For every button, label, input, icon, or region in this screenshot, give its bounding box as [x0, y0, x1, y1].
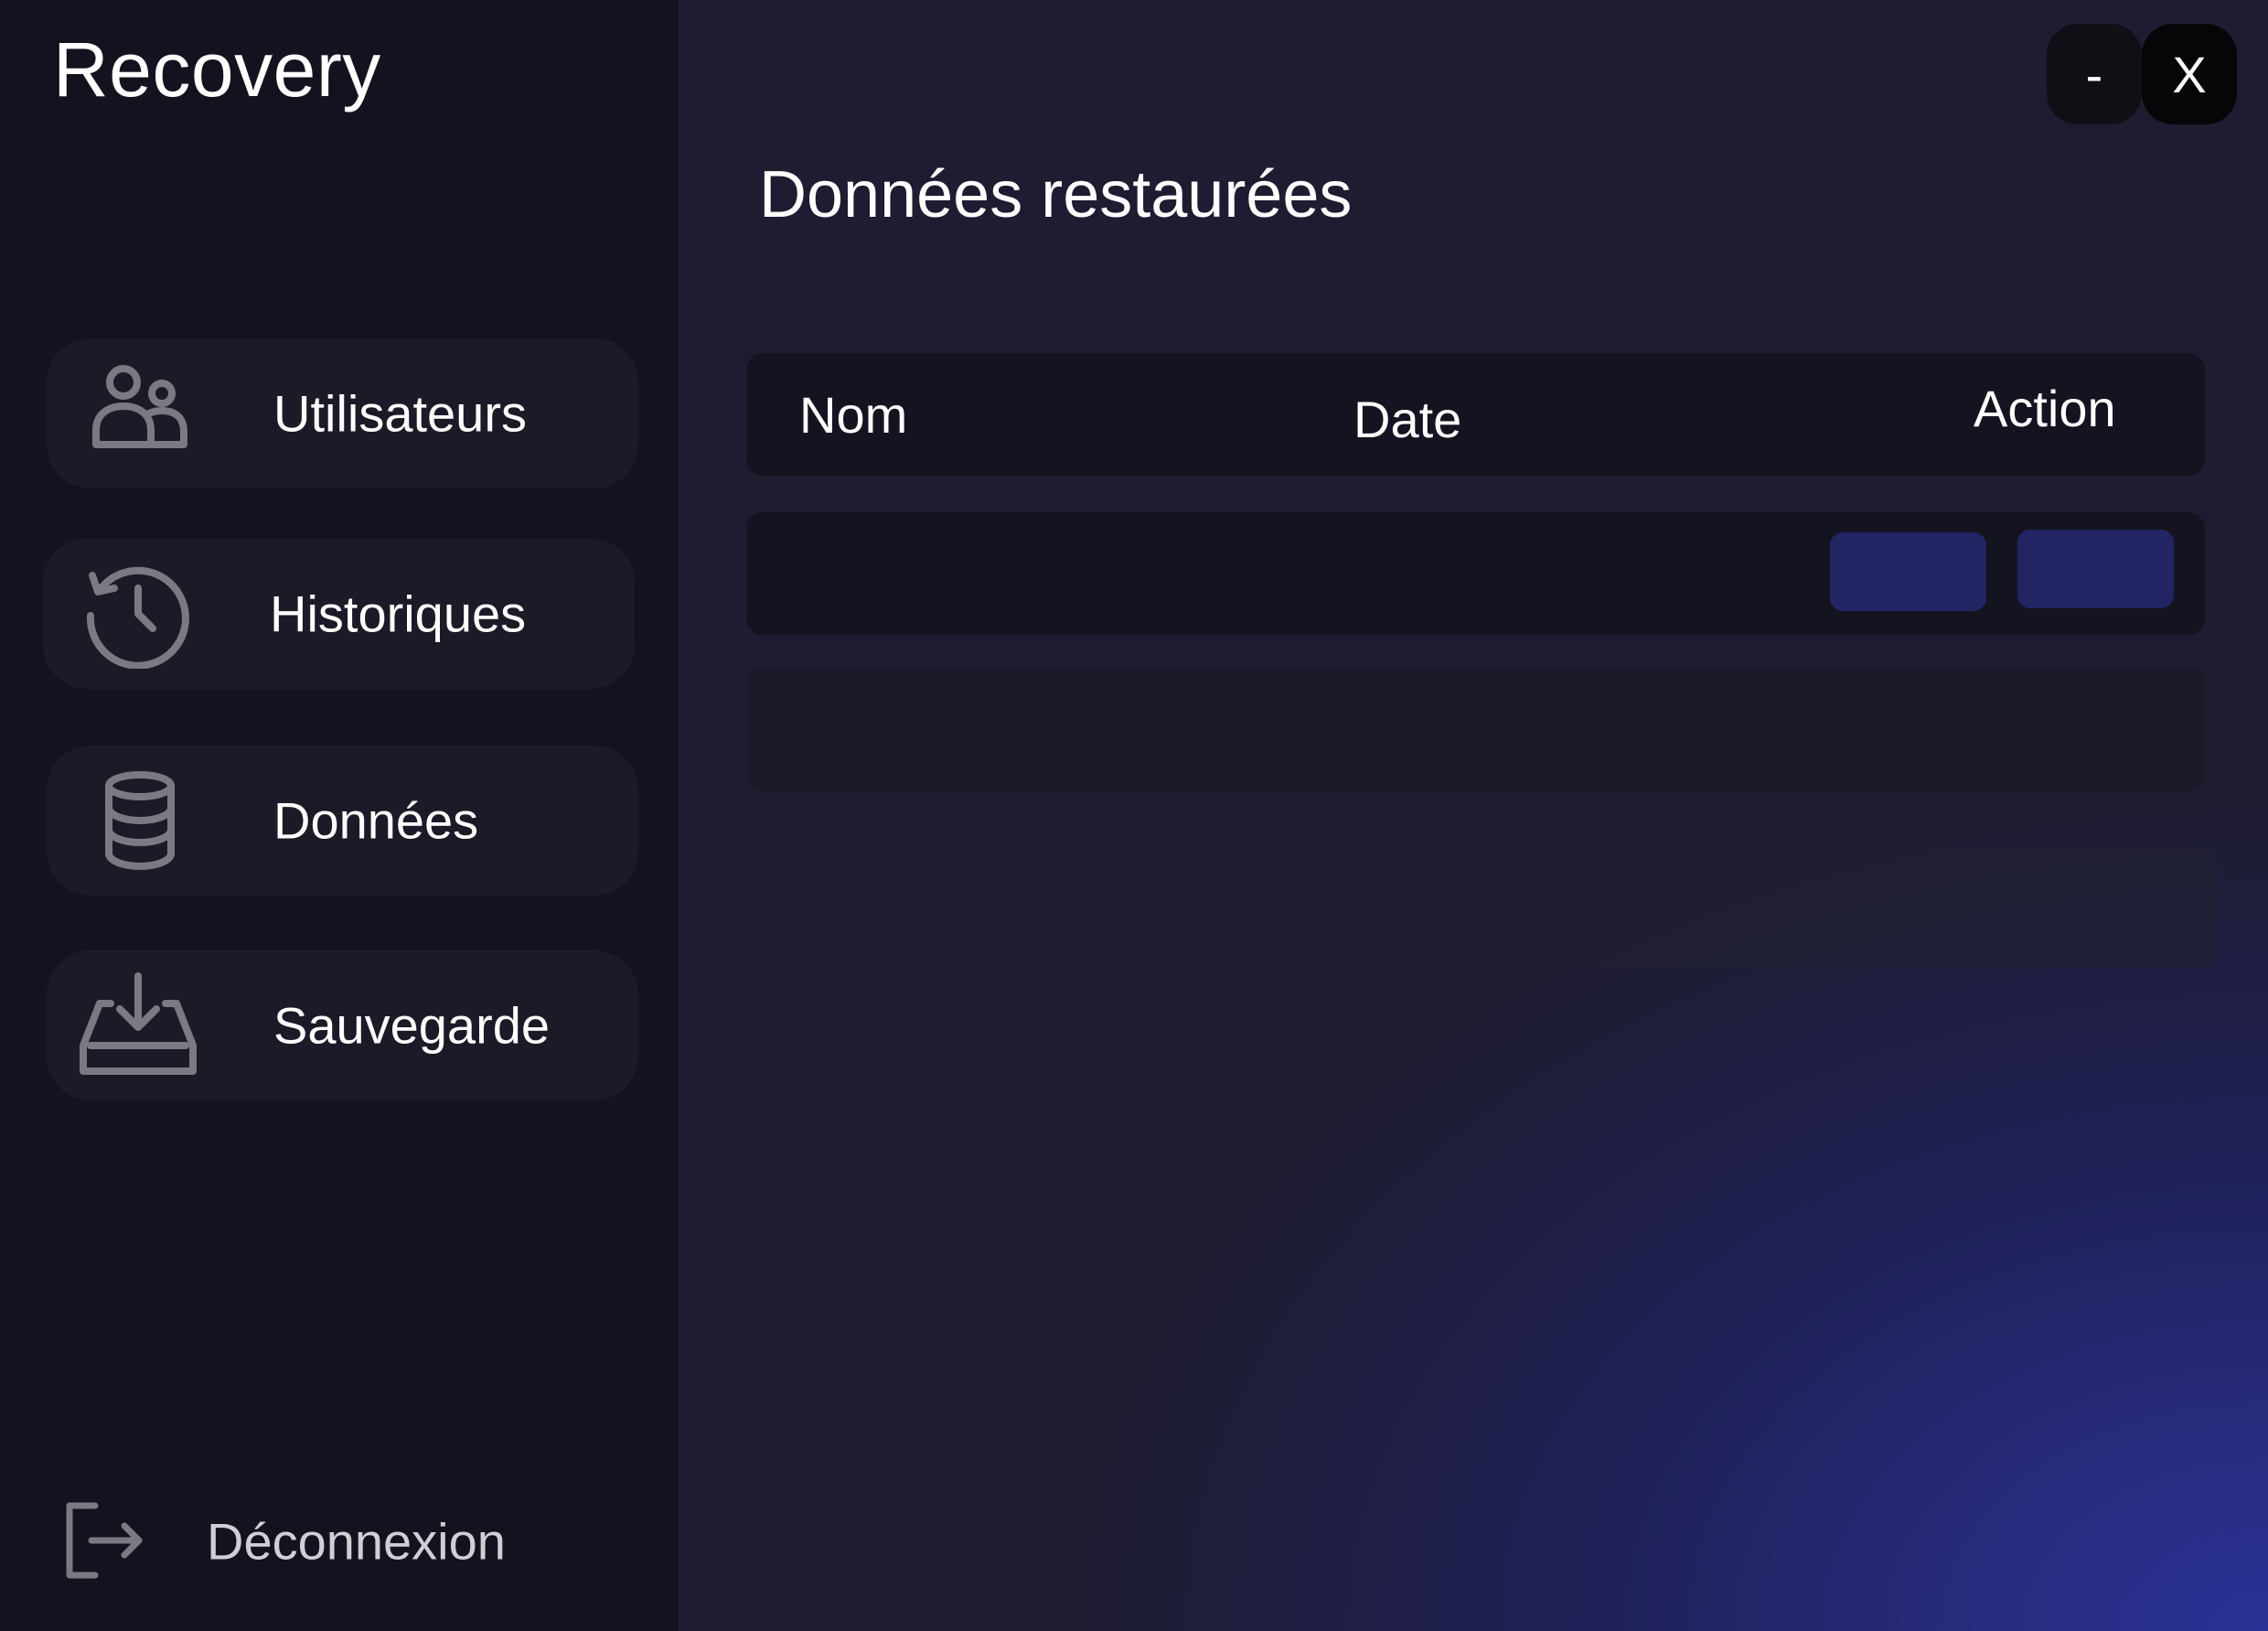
sidebar: Recovery Utilisateurs Historiques Donnée… — [0, 0, 680, 1631]
main-content: - X Données restaurées Nom Date Action — [679, 0, 2268, 1631]
database-icon — [85, 766, 195, 875]
table-row — [746, 668, 2205, 790]
sidebar-item-label: Utilisateurs — [273, 384, 527, 443]
sidebar-item-label: Sauvegarde — [273, 996, 551, 1055]
page-title: Données restaurées — [759, 158, 1353, 231]
table-row — [746, 512, 2205, 635]
close-button[interactable]: X — [2142, 24, 2237, 124]
minimize-button[interactable]: - — [2047, 24, 2142, 124]
download-inbox-icon — [80, 971, 197, 1080]
sidebar-item-label: Historiques — [270, 585, 527, 643]
sidebar-item-historiques[interactable]: Historiques — [43, 539, 635, 689]
logout-button[interactable]: Déconnexion — [59, 1491, 607, 1592]
sidebar-item-sauvegarde[interactable]: Sauvegarde — [47, 950, 638, 1100]
sidebar-item-label: Données — [273, 791, 479, 850]
users-icon — [85, 359, 195, 468]
table-header: Nom Date Action — [746, 353, 2205, 476]
logout-icon — [59, 1495, 150, 1586]
history-icon — [81, 559, 191, 669]
app-title: Recovery — [53, 27, 381, 113]
column-header-nom: Nom — [799, 386, 908, 444]
app-window: Recovery Utilisateurs Historiques Donnée… — [0, 0, 2268, 1631]
column-header-date: Date — [1353, 391, 1462, 448]
logout-label: Déconnexion — [207, 1512, 506, 1571]
sidebar-item-utilisateurs[interactable]: Utilisateurs — [47, 338, 638, 488]
table-row — [759, 847, 2218, 968]
sidebar-item-donnees[interactable]: Données — [47, 746, 638, 896]
row-action-button[interactable] — [2017, 530, 2174, 608]
row-action-button[interactable] — [1830, 532, 1986, 611]
column-header-action: Action — [1974, 380, 2116, 437]
